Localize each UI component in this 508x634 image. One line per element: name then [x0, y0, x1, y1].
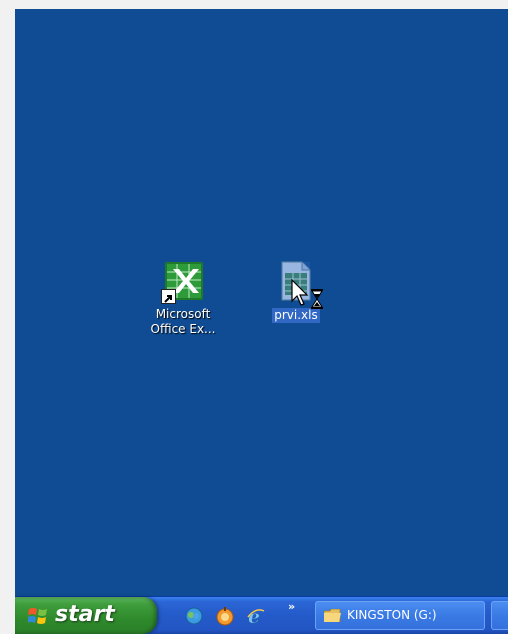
start-button[interactable]: start [15, 597, 157, 634]
start-label: start [55, 602, 115, 627]
task-button-label: KINGSTON (G:) [347, 608, 437, 622]
windows-logo-icon [28, 608, 47, 624]
task-button-kingston[interactable]: KINGSTON (G:) [315, 601, 485, 630]
desktop-icon-label: Microsoft Office Ex... [150, 307, 216, 336]
task-button-partial[interactable] [491, 601, 508, 630]
taskbar: start e » KINGSTON (G:) [15, 596, 508, 634]
media-player-icon[interactable] [215, 606, 235, 626]
excel-app-icon [161, 260, 205, 304]
desktop[interactable]: Microsoft Office Ex... prvi.xls [15, 9, 508, 596]
messenger-icon[interactable] [184, 606, 204, 626]
busy-arrow-icon [291, 278, 327, 311]
desktop-icon-excel-shortcut[interactable]: Microsoft Office Ex... [133, 260, 233, 337]
shortcut-arrow-icon [161, 289, 176, 304]
quick-launch-overflow-button[interactable]: » [288, 600, 295, 613]
internet-explorer-icon[interactable]: e [246, 606, 266, 628]
folder-icon [324, 609, 341, 622]
screen: Microsoft Office Ex... prvi.xls start e … [15, 9, 508, 634]
